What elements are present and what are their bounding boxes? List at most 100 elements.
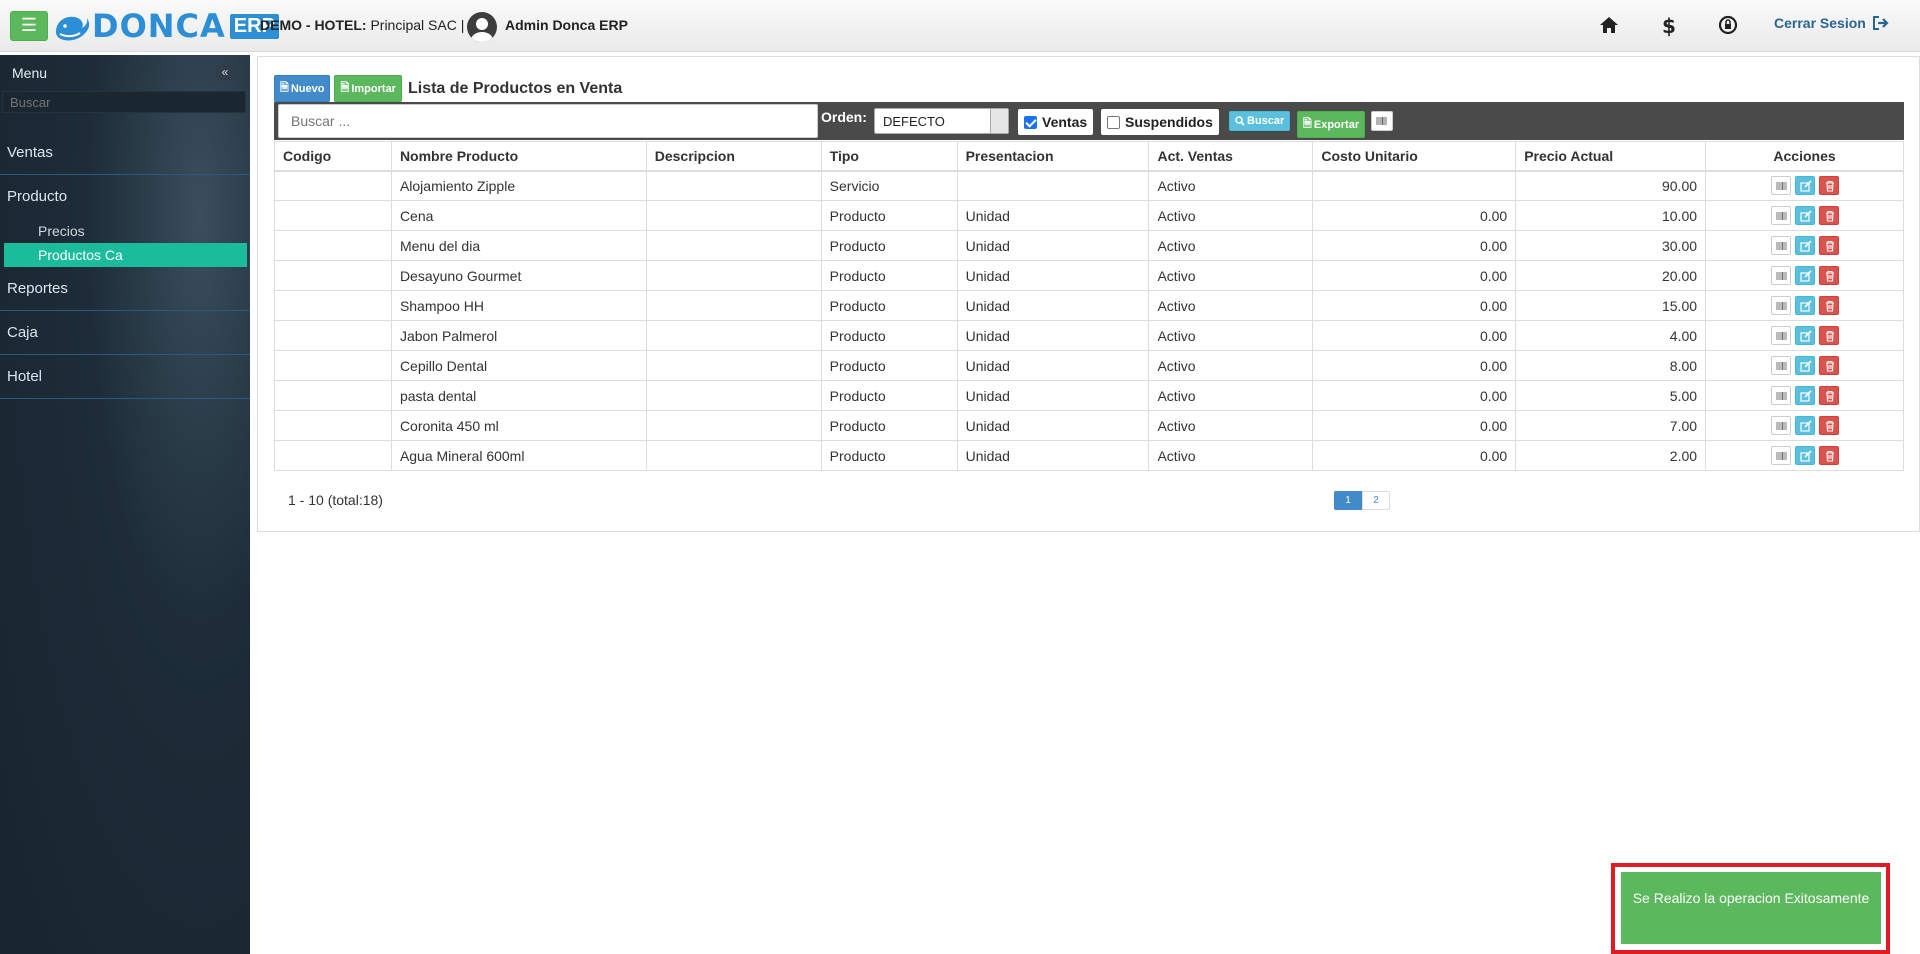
- barcode-action-button[interactable]: [1770, 446, 1791, 465]
- barcode-action-button[interactable]: [1770, 206, 1791, 225]
- delete-action-button[interactable]: [1818, 296, 1839, 315]
- cell-actions: [1705, 320, 1904, 351]
- edit-action-button[interactable]: [1794, 266, 1815, 285]
- edit-action-button[interactable]: [1794, 386, 1815, 405]
- column-header[interactable]: Tipo: [820, 141, 958, 172]
- import-button[interactable]: 🗎 Importar: [334, 75, 402, 102]
- cell-precio: 2.00: [1515, 440, 1707, 471]
- delete-action-button[interactable]: [1818, 356, 1839, 375]
- new-button[interactable]: 🗎 Nuevo: [274, 75, 331, 102]
- export-button[interactable]: 🗎 Exportar: [1297, 111, 1366, 138]
- barcode-action-button[interactable]: [1770, 296, 1791, 315]
- barcode-button[interactable]: [1371, 111, 1393, 131]
- edit-action-button[interactable]: [1794, 176, 1815, 196]
- edit-action-button[interactable]: [1794, 206, 1815, 225]
- column-header[interactable]: Nombre Producto: [390, 141, 647, 172]
- sidebar-search-input[interactable]: [2, 91, 246, 113]
- delete-action-button[interactable]: [1818, 416, 1839, 435]
- column-header[interactable]: Precio Actual: [1515, 141, 1707, 172]
- edit-action-button[interactable]: [1794, 236, 1815, 255]
- delete-action-button[interactable]: [1818, 446, 1839, 465]
- sidebar-item-producto[interactable]: Producto: [0, 175, 250, 219]
- cell-tipo: Servicio: [820, 170, 958, 201]
- trash-icon: [1825, 450, 1834, 462]
- barcode-icon: [1776, 212, 1786, 220]
- delete-action-button[interactable]: [1818, 206, 1839, 225]
- cell-precio: 8.00: [1515, 350, 1707, 381]
- delete-action-button[interactable]: [1818, 236, 1839, 255]
- cell-act-ventas: Activo: [1148, 440, 1314, 471]
- column-header[interactable]: Descripcion: [645, 141, 822, 172]
- cell-costo: 0.00: [1312, 410, 1517, 441]
- table-row[interactable]: pasta dental Producto Unidad Activo 0.00 5.00: [274, 380, 1904, 411]
- cell-presentacion: [956, 170, 1150, 201]
- search-icon: [1235, 116, 1245, 126]
- sidebar-item-hotel[interactable]: Hotel: [0, 355, 250, 399]
- home-icon[interactable]: [1597, 13, 1621, 37]
- column-header[interactable]: Codigo: [274, 141, 392, 172]
- search-button[interactable]: Buscar: [1229, 111, 1291, 131]
- barcode-action-button[interactable]: [1770, 236, 1791, 255]
- delete-action-button[interactable]: [1818, 386, 1839, 405]
- export-button-label: Exportar: [1313, 118, 1360, 131]
- menu-toggle-button[interactable]: ☰: [10, 11, 48, 41]
- trash-icon: [1825, 420, 1834, 432]
- ventas-checkbox[interactable]: Ventas: [1018, 109, 1094, 135]
- table-row[interactable]: Alojamiento Zipple Servicio Activo 90.00: [274, 170, 1904, 201]
- table-row[interactable]: Cepillo Dental Producto Unidad Activo 0.00 8.…: [274, 350, 1904, 381]
- barcode-action-button[interactable]: [1770, 176, 1791, 196]
- column-header[interactable]: Costo Unitario: [1312, 141, 1517, 172]
- edit-action-button[interactable]: [1794, 416, 1815, 435]
- barcode-action-button[interactable]: [1770, 356, 1791, 375]
- barcode-action-button[interactable]: [1770, 386, 1791, 405]
- edit-icon: [1799, 450, 1812, 462]
- barcode-action-button[interactable]: [1770, 416, 1791, 435]
- table-row[interactable]: Agua Mineral 600ml Producto Unidad Activo 0.…: [274, 440, 1904, 471]
- cell-tipo: Producto: [820, 350, 958, 381]
- sidebar-collapse-button[interactable]: «: [216, 65, 234, 81]
- table-row[interactable]: Coronita 450 ml Producto Unidad Activo 0.00 7…: [274, 410, 1904, 441]
- page-link-current[interactable]: 1: [1334, 491, 1362, 510]
- success-toast[interactable]: Se Realizo la operacion Exitosamente: [1621, 872, 1881, 944]
- suspendidos-checkbox[interactable]: Suspendidos: [1101, 109, 1219, 135]
- logo[interactable]: DONCA ERP: [52, 5, 279, 47]
- dollar-icon[interactable]: $: [1657, 13, 1681, 37]
- cell-descripcion: [645, 290, 822, 321]
- delete-action-button[interactable]: [1818, 326, 1839, 345]
- cell-costo: 0.00: [1312, 440, 1517, 471]
- sidebar-subitem-precios[interactable]: Precios: [4, 219, 250, 243]
- logout-button[interactable]: Cerrar Sesion: [1774, 15, 1890, 31]
- trash-icon: [1825, 181, 1834, 192]
- table-row[interactable]: Shampoo HH Producto Unidad Activo 0.00 15.00: [274, 290, 1904, 321]
- sign-out-icon: [1872, 16, 1889, 30]
- edit-icon: [1799, 330, 1812, 342]
- trash-icon: [1825, 360, 1834, 372]
- table-row[interactable]: Menu del dia Producto Unidad Activo 0.00 30.0…: [274, 230, 1904, 261]
- cell-nombre: Desayuno Gourmet: [390, 260, 647, 291]
- table-row[interactable]: Cena Producto Unidad Activo 0.00 10.00: [274, 200, 1904, 231]
- table-row[interactable]: Desayuno Gourmet Producto Unidad Activo 0.00…: [274, 260, 1904, 291]
- barcode-action-button[interactable]: [1770, 266, 1791, 285]
- lock-reload-icon[interactable]: [1716, 13, 1740, 37]
- column-header[interactable]: Act. Ventas: [1148, 141, 1314, 172]
- edit-action-button[interactable]: [1794, 356, 1815, 375]
- sidebar-subitem-productos[interactable]: Productos Ca: [4, 243, 247, 267]
- avatar[interactable]: [467, 12, 497, 42]
- sidebar-item-reportes[interactable]: Reportes: [0, 267, 250, 311]
- sidebar-item-ventas[interactable]: Ventas: [0, 131, 250, 175]
- edit-action-button[interactable]: [1794, 326, 1815, 345]
- barcode-icon: [1776, 182, 1786, 191]
- barcode-action-button[interactable]: [1770, 326, 1791, 345]
- search-input[interactable]: [278, 104, 818, 138]
- delete-action-button[interactable]: [1818, 266, 1839, 285]
- column-header[interactable]: Presentacion: [956, 141, 1150, 172]
- edit-action-button[interactable]: [1794, 296, 1815, 315]
- delete-action-button[interactable]: [1818, 176, 1839, 196]
- table-row[interactable]: Jabon Palmerol Producto Unidad Activo 0.00 4.…: [274, 320, 1904, 351]
- order-select[interactable]: DEFECTO: [874, 108, 1009, 134]
- sidebar-item-caja[interactable]: Caja: [0, 311, 250, 355]
- page-link[interactable]: 2: [1362, 491, 1390, 510]
- edit-icon: [1799, 360, 1812, 372]
- barcode-icon: [1776, 452, 1786, 460]
- edit-action-button[interactable]: [1794, 446, 1815, 465]
